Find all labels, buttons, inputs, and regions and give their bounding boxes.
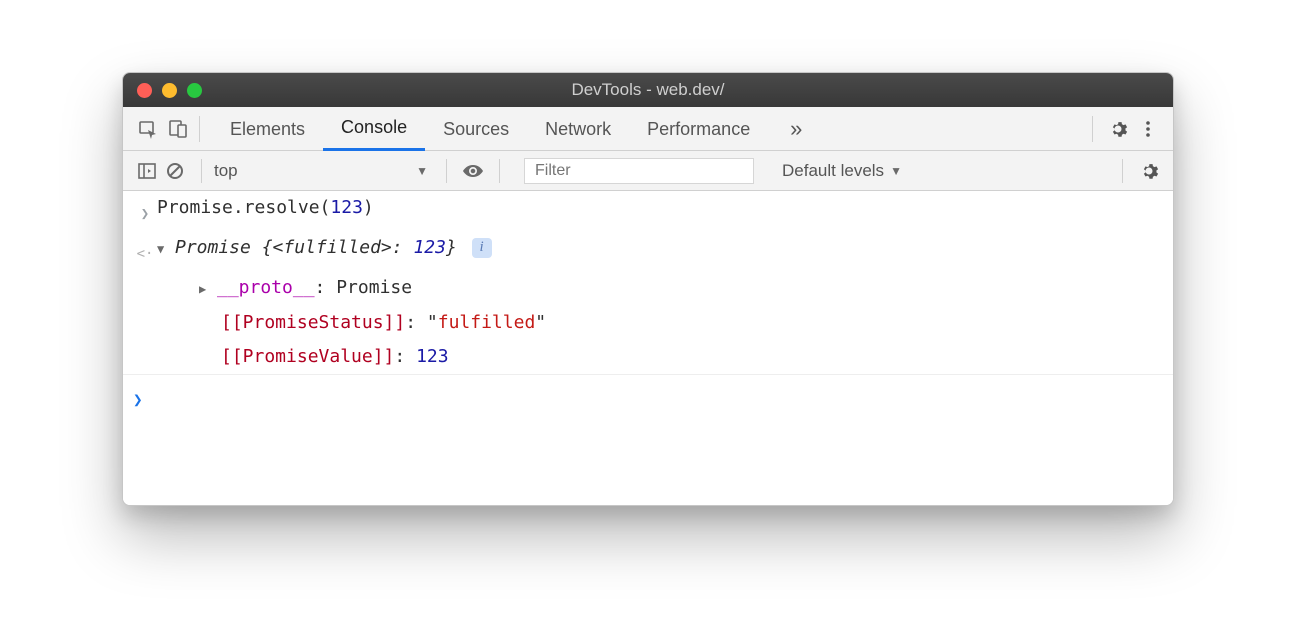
console-toolbar: top ▼ Default levels ▼: [123, 151, 1173, 191]
input-chevron-icon: ❯: [133, 193, 157, 229]
traffic-lights: [137, 83, 202, 98]
output-chevron-icon: <·: [133, 233, 157, 269]
separator: [1092, 116, 1093, 142]
console-body: ❯ Promise.resolve(123) <· ▼Promise {<ful…: [123, 191, 1173, 505]
separator: [199, 116, 200, 142]
output-status-row[interactable]: [[PromiseStatus]]: "fulfilled": [123, 306, 1173, 340]
chevron-down-icon: ▼: [890, 164, 902, 178]
tab-network[interactable]: Network: [527, 107, 629, 151]
show-console-sidebar-icon[interactable]: [133, 157, 161, 185]
tab-performance[interactable]: Performance: [629, 107, 768, 151]
title-bar: DevTools - web.dev/: [123, 73, 1173, 107]
panel-tab-bar: Elements Console Sources Network Perform…: [123, 107, 1173, 151]
console-settings-gear-icon[interactable]: [1135, 157, 1163, 185]
execution-context-select[interactable]: top ▼: [214, 161, 434, 181]
filter-input[interactable]: [524, 158, 754, 184]
execution-context-label: top: [214, 161, 238, 181]
separator: [499, 159, 500, 183]
expand-toggle-icon[interactable]: ▼: [157, 234, 171, 264]
minimize-window-button[interactable]: [162, 83, 177, 98]
device-toolbar-icon[interactable]: [163, 114, 193, 144]
close-window-button[interactable]: [137, 83, 152, 98]
tab-elements[interactable]: Elements: [212, 107, 323, 151]
separator: [446, 159, 447, 183]
devtools-window: DevTools - web.dev/ Elements Console Sou…: [122, 72, 1174, 506]
input-code: Promise.resolve(123): [157, 193, 1163, 223]
console-prompt[interactable]: ❯: [123, 375, 1173, 415]
inspect-element-icon[interactable]: [133, 114, 163, 144]
chevron-down-icon: ▼: [416, 164, 428, 178]
log-levels-select[interactable]: Default levels ▼: [782, 161, 902, 181]
expand-toggle-icon[interactable]: ▶: [199, 274, 213, 304]
more-tabs-icon[interactable]: »: [778, 114, 814, 144]
settings-gear-icon[interactable]: [1103, 114, 1133, 144]
tab-console[interactable]: Console: [323, 107, 425, 151]
more-options-icon[interactable]: [1133, 114, 1163, 144]
separator: [201, 159, 202, 183]
maximize-window-button[interactable]: [187, 83, 202, 98]
info-badge-icon[interactable]: i: [472, 238, 492, 258]
window-title: DevTools - web.dev/: [123, 80, 1173, 100]
output-proto-row[interactable]: ▶__proto__: Promise: [123, 271, 1173, 306]
tab-sources[interactable]: Sources: [425, 107, 527, 151]
separator: [1122, 159, 1123, 183]
output-summary: ▼Promise {<fulfilled>: 123} i: [157, 233, 1163, 264]
clear-console-icon[interactable]: [161, 157, 189, 185]
live-expression-eye-icon[interactable]: [459, 157, 487, 185]
log-levels-label: Default levels: [782, 161, 884, 181]
console-input-echo[interactable]: ❯ Promise.resolve(123): [123, 191, 1173, 231]
output-value-row[interactable]: [[PromiseValue]]: 123: [123, 340, 1173, 375]
console-output-row[interactable]: <· ▼Promise {<fulfilled>: 123} i: [123, 231, 1173, 271]
